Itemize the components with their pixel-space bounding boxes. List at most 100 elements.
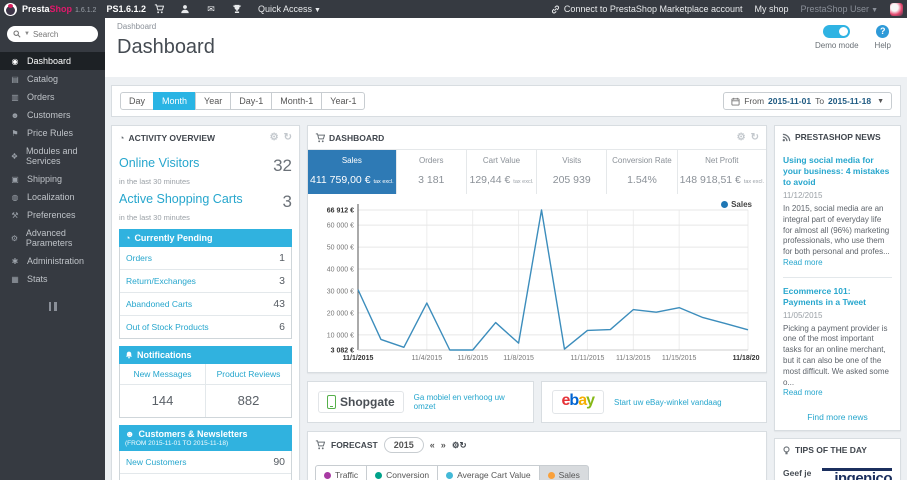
search-input[interactable] — [32, 29, 85, 39]
brand-version: 1.6.1.2 — [75, 7, 97, 14]
content-area: Day Month Year Day-1 Month-1 Year-1 From… — [105, 77, 907, 480]
pending-out-of-stock-link[interactable]: Out of Stock Products — [126, 322, 209, 332]
read-more-link[interactable]: Read more — [783, 388, 823, 397]
new-messages-link[interactable]: New Messages — [120, 364, 205, 385]
news-article-date: 11/12/2015 — [783, 191, 823, 201]
avatar[interactable] — [890, 2, 903, 16]
sidebar-item-shipping[interactable]: ▣ Shipping — [0, 170, 105, 188]
kpi-conversion-rate[interactable]: Conversion Rate 1.54% — [607, 150, 678, 194]
svg-text:11/4/2015: 11/4/2015 — [412, 355, 443, 362]
refresh-icon[interactable]: ↻ — [459, 440, 466, 450]
svg-text:11/1/2015: 11/1/2015 — [343, 355, 374, 362]
kpi-row: Sales 411 759,00 € tax excl. Orders 3 18… — [308, 149, 766, 194]
news-article-title[interactable]: Ecommerce 101: Payments in a Tweet — [783, 286, 892, 308]
tab-conversion[interactable]: Conversion — [366, 465, 439, 480]
phone-icon — [327, 395, 336, 409]
refresh-icon[interactable]: ↻ — [751, 132, 759, 143]
sidebar-search[interactable]: ▼ — [7, 26, 98, 42]
shop-name[interactable]: PS1.6.1.2 — [106, 4, 146, 14]
sidebar-collapse-button[interactable] — [47, 302, 59, 311]
page-header: Dashboard Dashboard Demo mode ? Help — [105, 18, 907, 77]
breadcrumb[interactable]: Dashboard — [105, 18, 907, 31]
customers-icon: ☻ — [10, 110, 20, 120]
sidebar-item-localization[interactable]: ◍ Localization — [0, 188, 105, 206]
next-year-button[interactable]: » — [441, 440, 446, 450]
pending-returns-link[interactable]: Return/Exchanges — [126, 276, 196, 286]
sidebar-item-price-rules[interactable]: ⚑ Price Rules — [0, 124, 105, 142]
pending-orders-link[interactable]: Orders — [126, 253, 152, 263]
preferences-icon: ⚒ — [11, 210, 19, 220]
legend-label: Sales — [731, 200, 752, 209]
period-month-1-button[interactable]: Month-1 — [271, 92, 323, 110]
tab-traffic[interactable]: Traffic — [315, 465, 368, 480]
dashboard-toolbar: Day Month Year Day-1 Month-1 Year-1 From… — [111, 85, 901, 117]
gear-icon[interactable]: ⚙ — [270, 132, 279, 143]
kpi-sales[interactable]: Sales 411 759,00 € tax excl. — [308, 150, 397, 194]
kpi-net-profit[interactable]: Net Profit 148 918,51 € tax excl. — [678, 150, 766, 194]
page-title: Dashboard — [117, 36, 215, 58]
chevron-down-icon: ▼ — [877, 97, 884, 105]
sidebar-item-dashboard[interactable]: ◉ Dashboard — [0, 52, 105, 70]
mail-icon[interactable]: ✉ — [198, 4, 224, 15]
period-month-button[interactable]: Month — [153, 92, 197, 110]
find-more-news-link[interactable]: Find more news — [775, 406, 900, 430]
quick-access-menu[interactable]: Quick Access ▼ — [258, 4, 321, 14]
product-reviews-link[interactable]: Product Reviews — [206, 364, 291, 385]
kpi-orders[interactable]: Orders 3 181 — [397, 150, 467, 194]
kpi-cart-value[interactable]: Cart Value 129,44 € tax excl. — [467, 150, 538, 194]
online-visitors-value: 32 — [273, 156, 292, 175]
pending-abandoned-carts-link[interactable]: Abandoned Carts — [126, 299, 192, 309]
new-customers-link[interactable]: New Customers — [126, 457, 186, 467]
previous-year-button[interactable]: « — [430, 440, 435, 450]
cart-icon[interactable] — [146, 4, 172, 14]
brand-presta: Presta — [22, 4, 50, 14]
read-more-link[interactable]: Read more — [783, 258, 823, 267]
svg-text:11/8/2015: 11/8/2015 — [503, 355, 534, 362]
user-menu[interactable]: PrestaShop User ▼ — [801, 4, 878, 14]
sidebar-item-advanced-parameters[interactable]: ⚙ Advanced Parameters — [0, 224, 105, 252]
news-article-date: 11/05/2015 — [783, 310, 823, 320]
period-day-button[interactable]: Day — [120, 92, 155, 110]
sidebar-item-modules[interactable]: ❖ Modules and Services — [0, 142, 105, 170]
period-year-1-button[interactable]: Year-1 — [321, 92, 366, 110]
user-icon[interactable] — [172, 4, 198, 14]
forecast-year[interactable]: 2015 — [383, 437, 424, 453]
help-icon[interactable]: ? — [876, 25, 890, 38]
sidebar-item-administration[interactable]: ✱ Administration — [0, 252, 105, 270]
ebay-link[interactable]: Start uw eBay-winkel vandaag — [614, 398, 722, 407]
price-rules-icon: ⚑ — [11, 128, 19, 138]
forecast-panel: FORECAST 2015 « » ⚙↻ Traffic Conversion … — [307, 431, 767, 480]
bell-icon — [125, 351, 133, 359]
period-year-button[interactable]: Year — [195, 92, 232, 110]
news-article-title[interactable]: Using social media for your business: 4 … — [783, 155, 892, 188]
shopgate-module-card: Shopgate Ga mobiel en verhoog uw omzet — [307, 381, 534, 423]
tab-sales[interactable]: Sales — [538, 465, 589, 480]
cart-icon — [315, 440, 325, 450]
sidebar-item-preferences[interactable]: ⚒ Preferences — [0, 206, 105, 224]
prestashop-logo[interactable] — [4, 2, 17, 16]
demo-mode-toggle[interactable] — [823, 25, 851, 38]
sidebar-item-orders[interactable]: ▥ Orders — [0, 88, 105, 106]
tab-average-cart-value[interactable]: Average Cart Value — [437, 465, 540, 480]
sidebar-item-customers[interactable]: ☻ Customers — [0, 106, 105, 124]
date-range-picker[interactable]: From 2015-11-01 To 2015-11-18 ▼ — [723, 92, 892, 110]
kpi-visits[interactable]: Visits 205 939 — [537, 150, 608, 194]
shipping-icon: ▣ — [11, 174, 19, 184]
refresh-icon[interactable]: ↻ — [284, 132, 292, 143]
shopgate-link[interactable]: Ga mobiel en verhoog uw omzet — [414, 393, 523, 411]
sidebar-item-catalog[interactable]: ▤ Catalog — [0, 70, 105, 88]
online-visitors-link[interactable]: Online Visitors — [119, 156, 199, 170]
sidebar-item-stats[interactable]: ▦ Stats — [0, 270, 105, 288]
period-day-1-button[interactable]: Day-1 — [230, 92, 273, 110]
catalog-icon: ▤ — [11, 74, 19, 84]
marketplace-link[interactable]: Connect to PrestaShop Marketplace accoun… — [551, 4, 743, 14]
svg-text:11/13/2015: 11/13/2015 — [616, 355, 651, 362]
svg-text:50 000 €: 50 000 € — [327, 245, 354, 252]
svg-text:10 000 €: 10 000 € — [327, 332, 354, 339]
online-visitors-sub: in the last 30 minutes — [119, 177, 190, 186]
active-carts-link[interactable]: Active Shopping Carts — [119, 192, 243, 206]
trophy-icon[interactable] — [224, 4, 250, 14]
my-shop-link[interactable]: My shop — [755, 4, 789, 14]
gear-icon[interactable]: ⚙ — [737, 132, 746, 143]
chevron-down-icon[interactable]: ▼ — [24, 31, 30, 37]
